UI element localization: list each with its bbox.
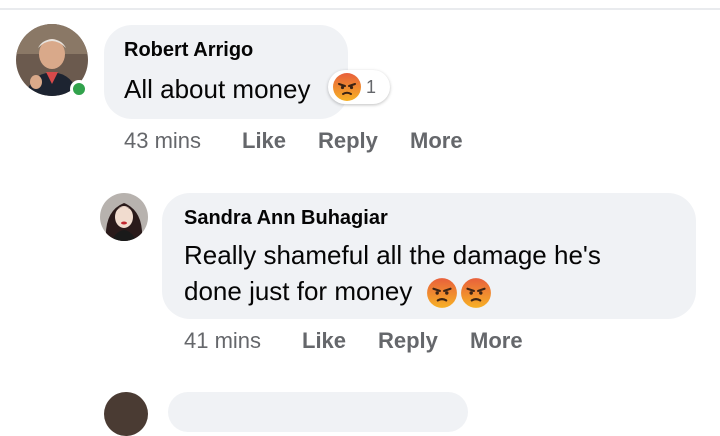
reply-text-line-2-text: done just for money (184, 276, 413, 306)
reply-author[interactable]: Sandra Ann Buhagiar (184, 207, 388, 230)
more-button[interactable]: More (470, 328, 523, 354)
reply-button[interactable]: Reply (378, 328, 438, 354)
top-divider (0, 8, 720, 10)
reaction-count: 1 (366, 76, 377, 97)
like-button[interactable]: Like (302, 328, 346, 354)
reply-timestamp[interactable]: 41 mins (184, 328, 261, 354)
reply-meta: 41 mins Like Reply More (184, 328, 584, 358)
comment-meta: 43 mins Like Reply More (124, 128, 524, 158)
avatar-next-reply[interactable] (104, 392, 148, 436)
comment-author[interactable]: Robert Arrigo (124, 39, 253, 62)
online-status-indicator (70, 80, 88, 98)
avatar-sandra-ann-buhagiar[interactable] (100, 193, 148, 241)
comment-bubble: Robert Arrigo All about money (104, 25, 348, 119)
reaction-summary[interactable]: 1 (328, 70, 390, 104)
reply-text-line-2: done just for money (184, 273, 492, 309)
angry-face-icon (460, 278, 491, 309)
reply-button[interactable]: Reply (318, 128, 378, 154)
angry-face-icon (333, 73, 361, 101)
comment-text: All about money (124, 74, 311, 104)
reply-bubble: Sandra Ann Buhagiar Really shameful all … (162, 193, 696, 319)
next-reply-bubble (168, 392, 468, 432)
angry-face-icon (426, 278, 457, 309)
comment-timestamp[interactable]: 43 mins (124, 128, 201, 154)
reply-text-line-1: Really shameful all the damage he's (184, 240, 601, 270)
like-button[interactable]: Like (242, 128, 286, 154)
more-button[interactable]: More (410, 128, 463, 154)
